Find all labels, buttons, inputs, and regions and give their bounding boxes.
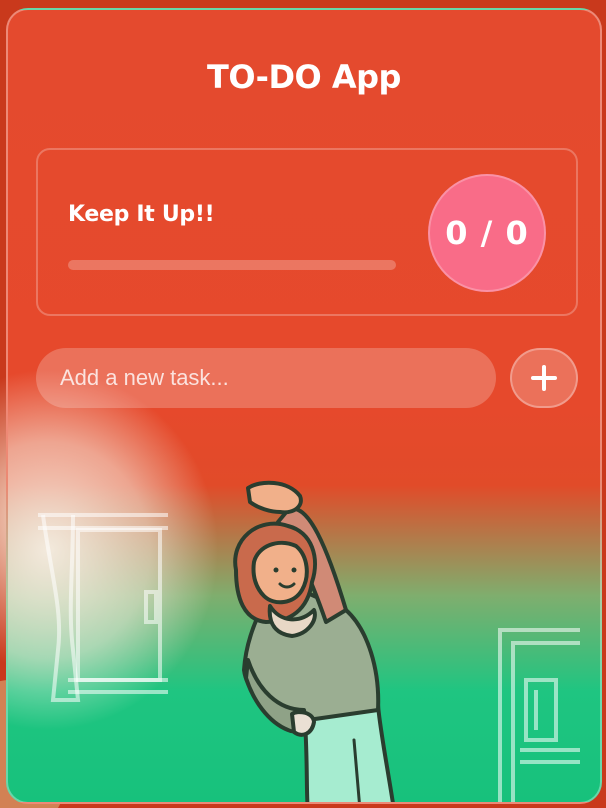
door-line-art bbox=[498, 628, 580, 802]
progress-bar bbox=[68, 260, 396, 270]
window-glow bbox=[8, 370, 218, 730]
app-title: TO-DO App bbox=[207, 58, 401, 96]
task-counter: 0 / 0 bbox=[428, 174, 546, 292]
plus-icon bbox=[531, 365, 557, 391]
person-stretching-illustration bbox=[233, 480, 395, 802]
add-task-button[interactable] bbox=[510, 348, 578, 408]
new-task-input[interactable] bbox=[36, 348, 496, 408]
progress-message: Keep It Up!! bbox=[68, 202, 215, 227]
progress-panel: Keep It Up!! 0 / 0 bbox=[36, 148, 578, 316]
todo-card: TO-DO App Keep It Up!! 0 / 0 bbox=[6, 8, 602, 804]
